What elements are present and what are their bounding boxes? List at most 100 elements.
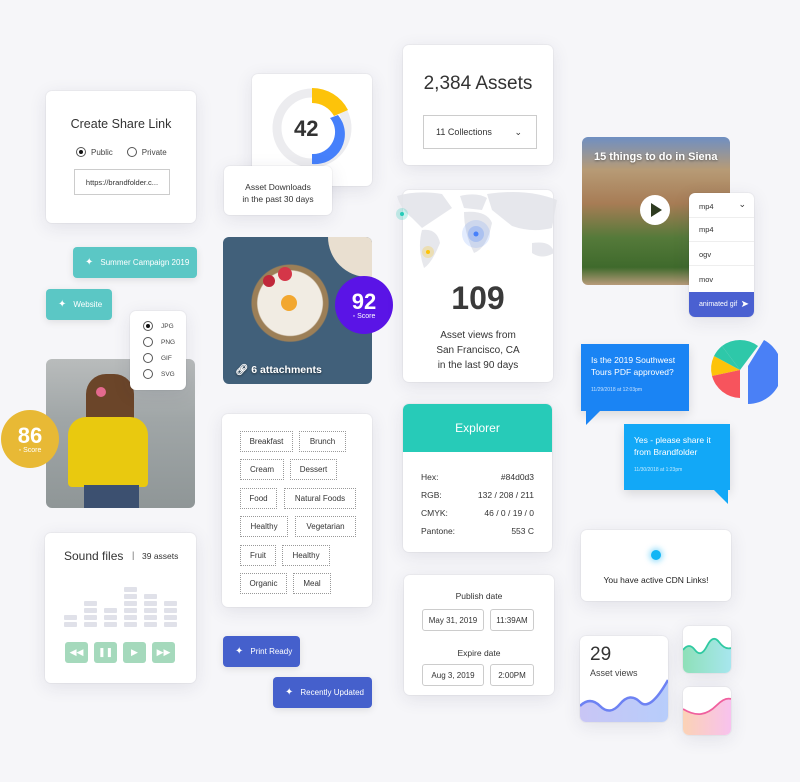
radio-dot[interactable] — [143, 369, 153, 379]
format-option[interactable]: mov — [699, 275, 713, 284]
assets-card: 2,384 Assets 11 Collections ⌄ — [403, 45, 553, 165]
format-label: JPG — [161, 322, 174, 330]
summer-campaign-pill[interactable]: ✦ Summer Campaign 2019 — [73, 247, 197, 278]
equalizer-segment — [164, 615, 177, 620]
tag[interactable]: Organic — [240, 573, 287, 594]
sound-files-count: 39 assets — [142, 551, 179, 561]
radio-dot[interactable] — [143, 353, 153, 363]
pin-icon: ✦ — [85, 257, 94, 268]
share-link-title: Create Share Link — [70, 117, 172, 131]
format-option-highlighted[interactable]: animated gif ➤ — [689, 292, 754, 317]
radio-label: Private — [141, 147, 167, 157]
radio-dot[interactable] — [143, 337, 153, 347]
color-attr-label: Pantone: — [421, 526, 456, 536]
pin-icon: ✦ — [58, 299, 67, 310]
cdn-status-text: You have active CDN Links! — [603, 575, 709, 585]
link-icon: 🔗︎ — [235, 364, 249, 376]
equalizer-segment — [124, 601, 137, 606]
format-label: SVG — [161, 370, 175, 378]
equalizer-segment — [124, 608, 137, 613]
expire-date-field[interactable]: Aug 3, 2019 — [422, 664, 484, 686]
radio-dot-selected[interactable] — [143, 321, 153, 331]
tag[interactable]: Healthy — [282, 545, 330, 566]
radio-label: Public — [91, 147, 113, 157]
website-pill[interactable]: ✦ Website — [46, 289, 112, 320]
pill-label: Recently Updated — [300, 688, 364, 697]
equalizer-segment — [124, 622, 137, 627]
expire-date-label: Expire date — [457, 648, 501, 658]
explorer-header: Explorer — [403, 404, 552, 452]
chat-message: Yes - please share it from Brandfolder — [634, 435, 711, 457]
tag[interactable]: Fruit — [240, 545, 276, 566]
play-icon — [651, 203, 662, 217]
gauge-icon: ◦ — [352, 312, 356, 320]
equalizer-segment — [144, 601, 157, 606]
radio-dot-selected[interactable] — [76, 147, 86, 157]
format-label: GIF — [161, 354, 172, 362]
map-text-line2: San Francisco, CA — [436, 345, 520, 356]
print-ready-pill[interactable]: ✦ Print Ready — [223, 636, 300, 667]
equalizer-segment — [84, 601, 97, 606]
radio-public[interactable]: Public — [76, 147, 113, 157]
color-attr-label: RGB: — [421, 490, 442, 500]
world-map — [396, 192, 557, 268]
equalizer-segment — [104, 622, 117, 627]
equalizer-segment — [164, 608, 177, 613]
color-attr-value: 46 / 0 / 19 / 0 — [484, 508, 534, 518]
attachments-text: 6 attachments — [251, 364, 322, 376]
expire-time-field[interactable]: 2:00PM — [490, 664, 534, 686]
equalizer-segment — [124, 594, 137, 599]
map-views-value: 109 — [451, 280, 505, 316]
gauge-icon: ◦ — [18, 446, 22, 454]
downloads-value: 42 — [294, 116, 319, 141]
recently-updated-pill[interactable]: ✦ Recently Updated — [273, 677, 372, 708]
radio-private[interactable]: Private — [126, 147, 167, 157]
tag[interactable]: Dessert — [290, 459, 337, 480]
score-badge-92: 92 ◦ Score — [335, 276, 393, 334]
color-attr-value: #84d0d3 — [500, 472, 534, 482]
format-option[interactable]: ogv — [699, 250, 711, 259]
tag[interactable]: Natural Foods — [284, 488, 356, 509]
publish-date-field[interactable]: May 31, 2019 — [422, 609, 484, 631]
collections-dropdown[interactable]: 11 Collections ⌄ — [423, 115, 537, 149]
tag[interactable]: Meal — [293, 573, 331, 594]
equalizer-segment — [144, 615, 157, 620]
tag[interactable]: Healthy — [240, 516, 288, 537]
radio-dot[interactable] — [126, 147, 137, 157]
equalizer-segment — [64, 622, 77, 627]
map-text-line1: Asset views from — [440, 330, 516, 341]
score-label: Score — [23, 446, 42, 454]
rewind-button[interactable]: ◀◀ — [65, 642, 88, 663]
fast-forward-button[interactable]: ▶▶ — [152, 642, 175, 663]
color-attr-value: 132 / 208 / 211 — [477, 490, 534, 500]
video-format-dropdown[interactable]: mp4 ⌄ mp4 ogv mov animated gif ➤ — [689, 193, 754, 317]
assets-count-title: 2,384 Assets — [423, 73, 533, 94]
map-marker — [473, 231, 479, 237]
share-url-field[interactable]: https://brandfolder.c... — [74, 169, 170, 195]
play-button[interactable]: ▶ — [123, 642, 146, 663]
bubble-tail — [714, 490, 728, 504]
chat-timestamp: 11/30/2018 at 1:23pm — [634, 467, 683, 473]
format-option[interactable]: mp4 — [699, 225, 714, 234]
pause-button[interactable]: ❚❚ — [94, 642, 117, 663]
publish-time-field[interactable]: 11:39AM — [490, 609, 534, 631]
equalizer-segment — [104, 608, 117, 613]
equalizer-segment — [64, 615, 77, 620]
tag[interactable]: Breakfast — [240, 431, 293, 452]
chat-timestamp: 11/29/2018 at 12:03pm — [591, 387, 643, 393]
equalizer-segment — [124, 615, 137, 620]
downloads-label-card: Asset Downloads in the past 30 days — [224, 166, 332, 215]
tag[interactable]: Food — [240, 488, 277, 509]
tag[interactable]: Vegetarian — [295, 516, 356, 537]
map-marker — [400, 212, 404, 216]
score-label: Score — [357, 312, 376, 320]
map-text-line3: in the last 90 days — [437, 360, 519, 371]
equalizer-segment — [144, 594, 157, 599]
tag[interactable]: Cream — [240, 459, 284, 480]
tags-card: Breakfast Brunch Cream Dessert Food Natu… — [222, 414, 372, 607]
pill-label: Print Ready — [250, 647, 293, 656]
play-button[interactable] — [640, 195, 670, 225]
donut-segment-yellow — [312, 87, 348, 116]
tag[interactable]: Brunch — [299, 431, 346, 452]
mini-chart-teal — [683, 626, 731, 673]
